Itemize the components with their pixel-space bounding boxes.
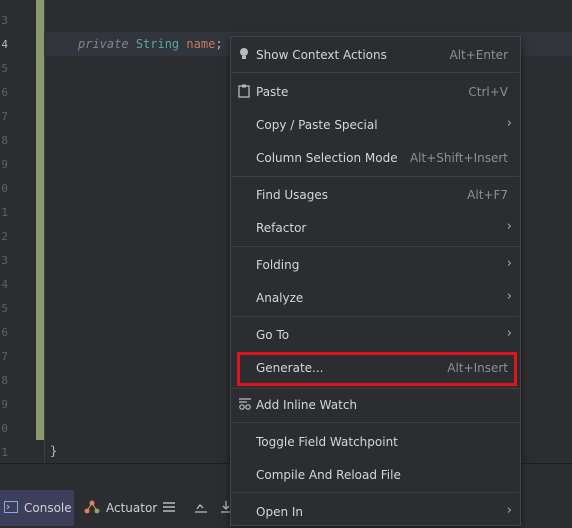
closing-brace: } (50, 444, 58, 458)
line-number: 3 (1, 254, 8, 267)
menu-separator (232, 422, 519, 423)
soft-wrap-icon (194, 501, 208, 516)
line-number: 1 (1, 206, 8, 219)
fold-guide (44, 0, 45, 463)
chevron-right-icon: › (506, 116, 512, 131)
menu-item-paste[interactable]: Paste Ctrl+V (231, 76, 520, 108)
menu-separator (232, 176, 519, 177)
menu-item-copy-paste-special[interactable]: Copy / Paste Special › (231, 109, 520, 141)
menu-item-analyze[interactable]: Analyze › (231, 282, 520, 314)
console-icon (4, 500, 18, 516)
list-icon (162, 501, 176, 516)
line-number: 1 (1, 446, 8, 459)
chevron-right-icon: › (506, 503, 512, 518)
menu-item-go-to[interactable]: Go To › (231, 319, 520, 351)
line-number: 9 (1, 158, 8, 171)
inline-watch-icon (238, 397, 251, 411)
line-number: 7 (1, 350, 8, 363)
menu-item-add-inline-watch[interactable]: Add Inline Watch (231, 389, 520, 421)
line-number: 6 (1, 86, 8, 99)
line-number: 0 (1, 422, 8, 435)
menu-item-label: Compile And Reload File (256, 468, 401, 482)
line-number-gutter: 3 4 5 6 7 8 9 0 1 2 3 4 5 6 7 8 9 0 1 (0, 0, 36, 463)
menu-separator (232, 72, 519, 73)
menu-item-show-context-actions[interactable]: Show Context Actions Alt+Enter (231, 39, 520, 71)
menu-item-shortcut: Alt+Enter (449, 48, 508, 62)
generate-highlight-box (237, 352, 517, 386)
list-button[interactable] (162, 490, 176, 526)
keyword-private: private (78, 37, 129, 51)
soft-wrap-button[interactable] (194, 490, 208, 526)
code-line[interactable]: private String name; (78, 37, 223, 51)
menu-item-label: Open In (256, 505, 304, 519)
line-number: 4 (1, 38, 8, 51)
menu-item-label: Analyze (256, 291, 304, 305)
menu-item-compile-and-reload-file[interactable]: Compile And Reload File (231, 459, 520, 491)
chevron-right-icon: › (506, 256, 512, 271)
menu-item-label: Show Context Actions (256, 48, 387, 62)
menu-item-shortcut: Alt+Shift+Insert (409, 151, 508, 165)
menu-item-label: Paste (256, 85, 289, 99)
menu-item-open-in[interactable]: Open In › (231, 496, 520, 528)
menu-item-label: Add Inline Watch (256, 398, 358, 412)
editor-context-menu: Show Context Actions Alt+Enter Paste Ctr… (230, 36, 521, 526)
line-number: 6 (1, 326, 8, 339)
menu-separator (232, 246, 519, 247)
line-number: 4 (1, 278, 8, 291)
type-string: String (135, 37, 180, 51)
menu-item-label: Folding (256, 258, 300, 272)
menu-item-column-selection-mode[interactable]: Column Selection Mode Alt+Shift+Insert (231, 142, 520, 174)
menu-item-refactor[interactable]: Refactor › (231, 212, 520, 244)
line-number: 9 (1, 398, 8, 411)
console-tab-label: Console (24, 501, 72, 515)
line-number: 8 (1, 134, 8, 147)
line-number: 5 (1, 302, 8, 315)
chevron-right-icon: › (506, 289, 512, 304)
line-number: 3 (1, 14, 8, 27)
menu-separator (232, 492, 519, 493)
menu-item-label: Refactor (256, 221, 307, 235)
menu-item-find-usages[interactable]: Find Usages Alt+F7 (231, 179, 520, 211)
lightbulb-icon (238, 47, 250, 61)
menu-item-shortcut: Alt+F7 (467, 188, 508, 202)
line-number: 5 (1, 62, 8, 75)
menu-item-label: Toggle Field Watchpoint (256, 435, 398, 449)
menu-item-label: Find Usages (256, 188, 329, 202)
chevron-right-icon: › (506, 219, 512, 234)
menu-item-label: Copy / Paste Special (256, 118, 378, 132)
console-tab[interactable]: Console (0, 490, 74, 526)
actuator-tab-label: Actuator (106, 501, 158, 515)
menu-item-label: Go To (256, 328, 290, 342)
line-number: 0 (1, 182, 8, 195)
actuator-icon (84, 500, 100, 517)
chevron-right-icon: › (506, 326, 512, 341)
vcs-change-marker[interactable] (36, 0, 44, 440)
line-number: 2 (1, 230, 8, 243)
menu-item-folding[interactable]: Folding › (231, 249, 520, 281)
clipboard-icon (238, 84, 250, 98)
menu-item-shortcut: Ctrl+V (468, 85, 508, 99)
menu-item-toggle-field-watchpoint[interactable]: Toggle Field Watchpoint (231, 426, 520, 458)
menu-item-label: Column Selection Mode (256, 151, 398, 165)
field-name: name (186, 37, 216, 51)
line-number: 8 (1, 374, 8, 387)
actuator-tab[interactable]: Actuator (84, 490, 157, 526)
semicolon: ; (215, 37, 223, 51)
menu-separator (232, 316, 519, 317)
line-number: 7 (1, 110, 8, 123)
